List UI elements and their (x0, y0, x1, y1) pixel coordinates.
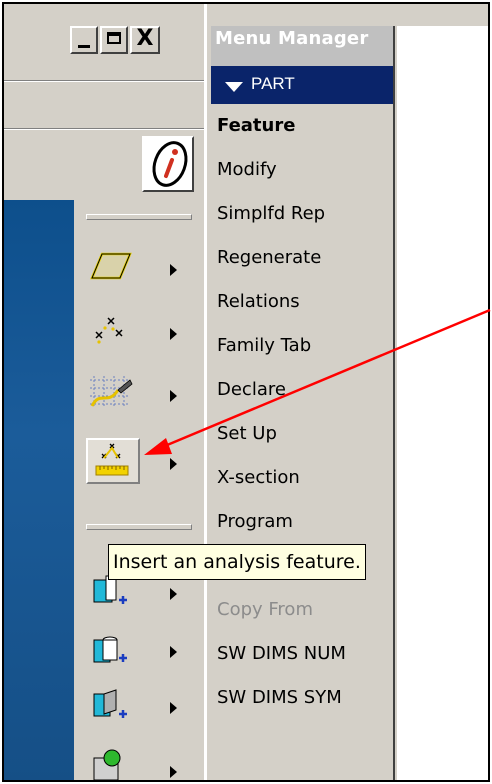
context-help-button[interactable] (142, 136, 194, 192)
menubar-divider (4, 80, 204, 82)
toolbar-divider (4, 128, 204, 130)
chevron-right-icon[interactable] (170, 766, 177, 778)
chevron-right-icon[interactable] (170, 390, 177, 402)
datum-points-button[interactable] (86, 310, 140, 356)
minimize-icon (78, 45, 90, 48)
minimize-button[interactable] (70, 26, 98, 54)
maximize-icon (107, 32, 121, 44)
chevron-right-icon[interactable] (170, 646, 177, 658)
analysis-feature-icon (95, 443, 129, 476)
close-button[interactable]: X (130, 26, 160, 54)
chevron-right-icon[interactable] (170, 264, 177, 276)
chevron-right-icon[interactable] (170, 328, 177, 340)
screenshot-frame: X Menu Manager PART Feature Modify Simpl… (2, 2, 490, 782)
datum-plane-icon (90, 252, 132, 280)
sphere-feature-button[interactable] (86, 744, 140, 780)
sphere-feature-icon (93, 749, 121, 780)
feature-toolbar (74, 200, 204, 780)
copy-feature-button[interactable] (86, 628, 140, 674)
chevron-right-icon[interactable] (170, 458, 177, 470)
close-icon: X (136, 26, 154, 51)
toolbar-grip[interactable] (86, 524, 192, 530)
graphics-area[interactable] (4, 200, 74, 780)
background-area (397, 26, 488, 780)
menu-manager-border (211, 26, 395, 780)
toolbar-grip[interactable] (86, 214, 192, 220)
chevron-right-icon[interactable] (170, 702, 177, 714)
tooltip: Insert an analysis feature. (108, 544, 366, 580)
datum-points-icon (95, 317, 123, 344)
chevron-right-icon[interactable] (170, 588, 177, 600)
context-help-icon (152, 141, 188, 187)
analysis-feature-button[interactable] (86, 438, 140, 484)
main-window: X (4, 4, 204, 780)
copy-feature-icon (93, 636, 127, 663)
datum-plane-button[interactable] (86, 246, 140, 292)
datum-curve-button[interactable] (86, 372, 140, 418)
maximize-button[interactable] (100, 26, 128, 54)
pattern-feature-button[interactable] (86, 684, 140, 730)
datum-curve-icon (90, 376, 133, 408)
menu-manager-window: Menu Manager PART Feature Modify Simplfd… (204, 4, 488, 780)
pattern-feature-icon (93, 689, 127, 718)
